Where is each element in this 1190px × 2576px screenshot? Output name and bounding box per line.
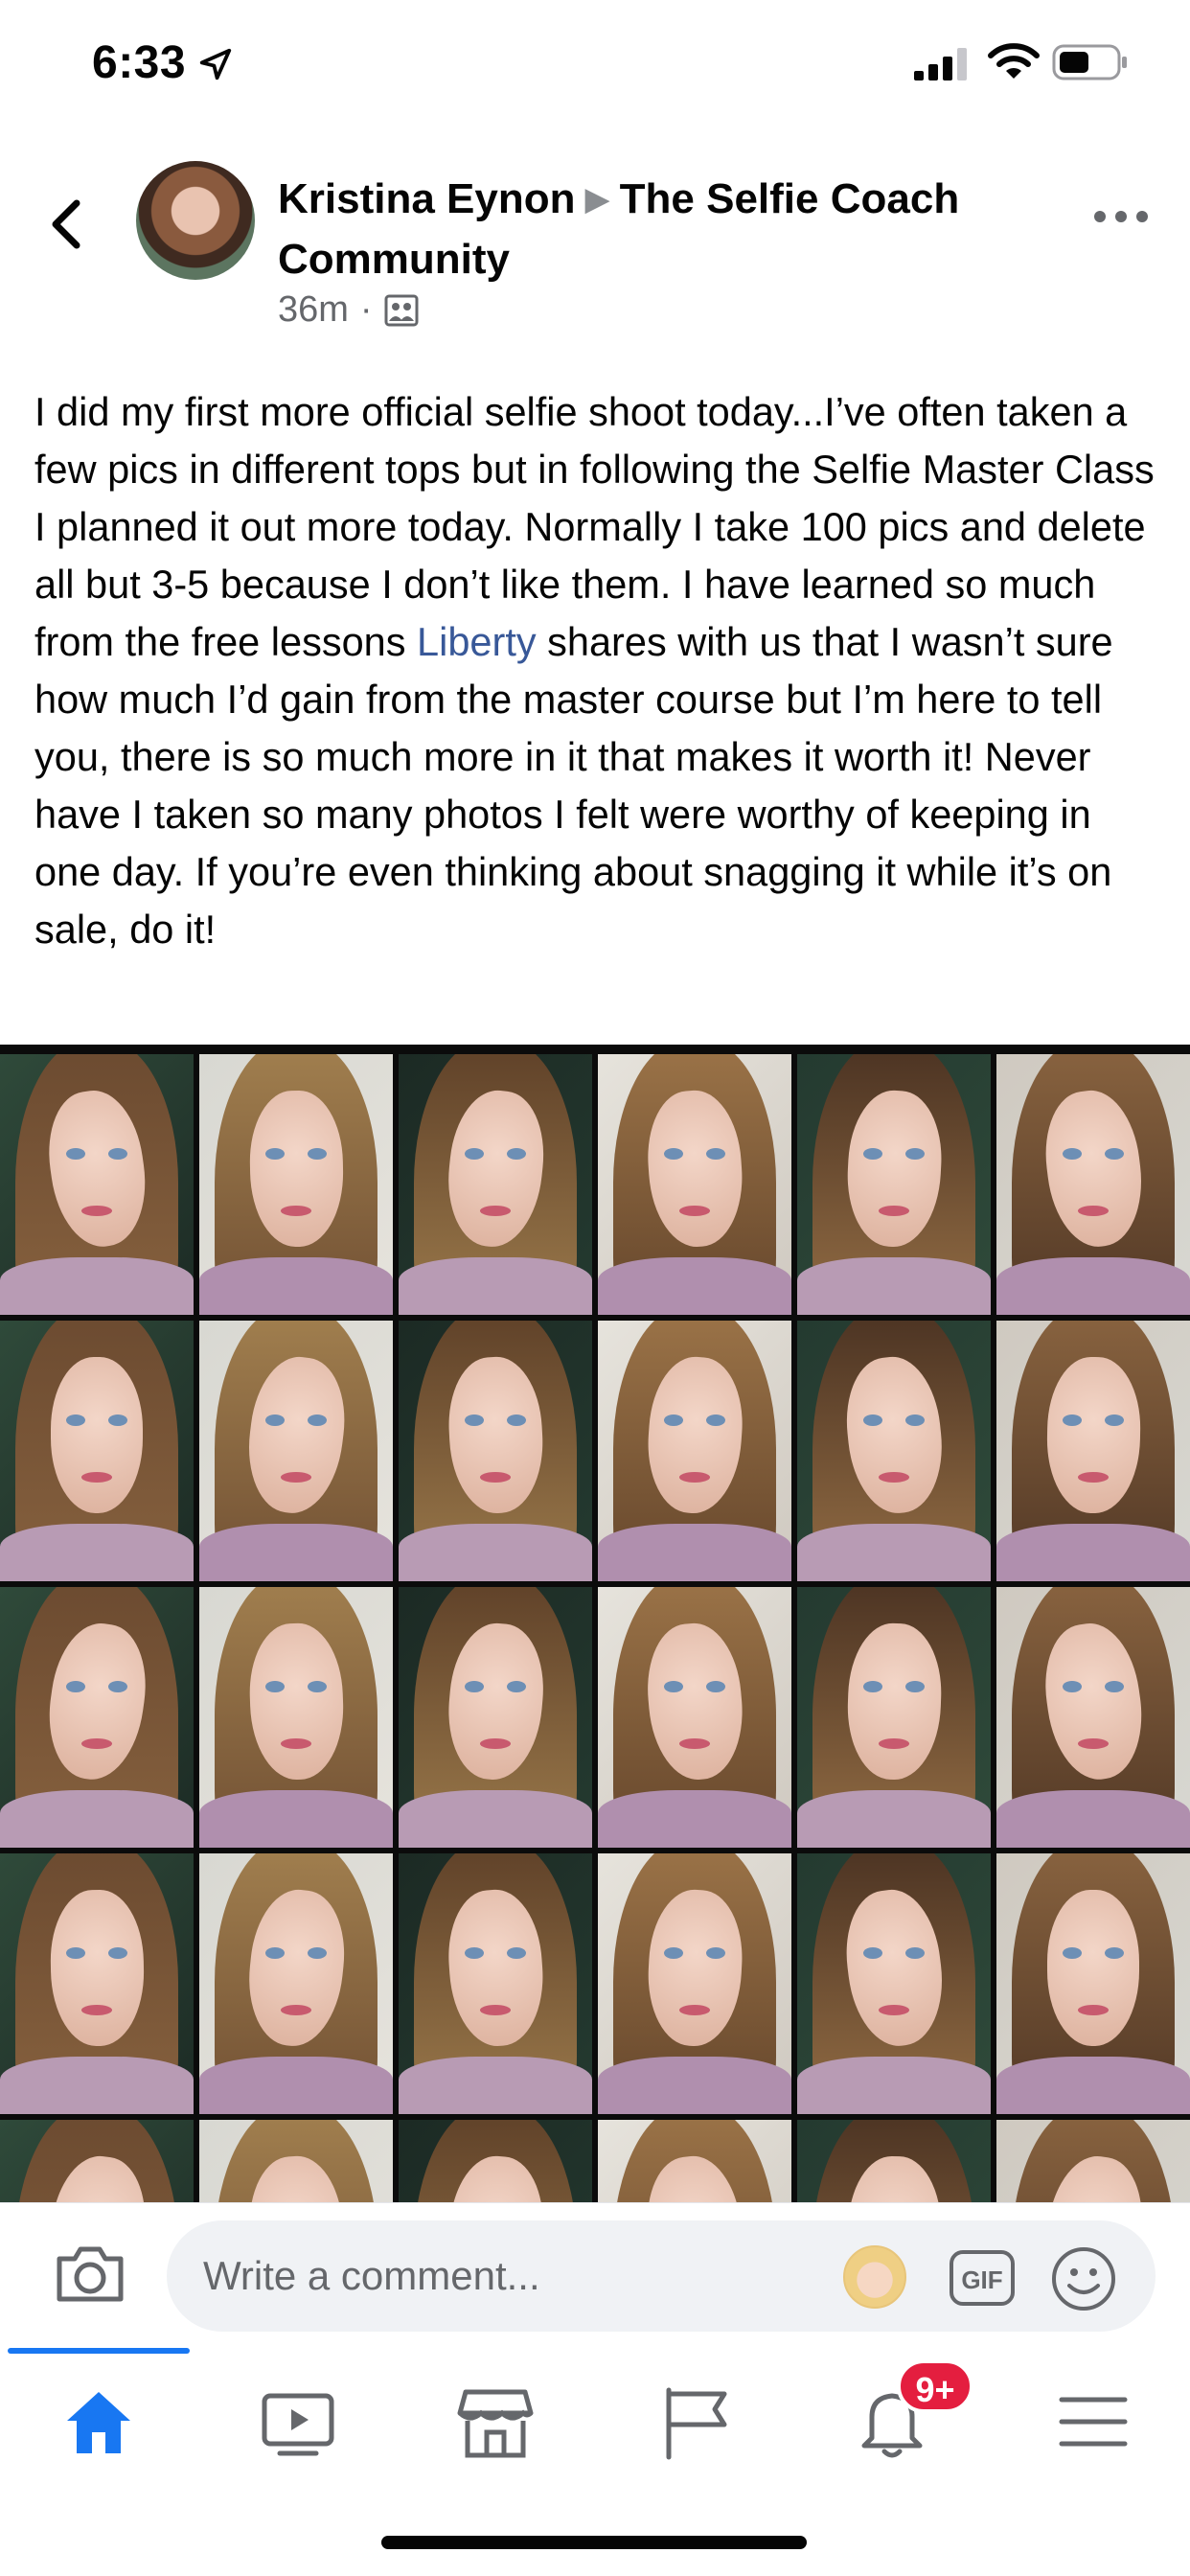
collage-photo[interactable] xyxy=(598,1054,791,1315)
watch-video-icon xyxy=(262,2393,334,2456)
post-author-line: Kristina Eynon ▶ The Selfie Coach Communit… xyxy=(278,171,1044,288)
svg-text:GIF: GIF xyxy=(961,2266,1002,2294)
collage-photo[interactable] xyxy=(996,1054,1190,1315)
collage-photo[interactable] xyxy=(0,2120,194,2202)
menu-hamburger-icon xyxy=(1059,2397,1128,2447)
collage-photo[interactable] xyxy=(0,1853,194,2114)
mention-link[interactable]: Liberty xyxy=(417,619,537,664)
collage-photo[interactable] xyxy=(399,1054,592,1315)
collage-photo[interactable] xyxy=(199,1853,393,2114)
battery-icon xyxy=(1052,44,1127,80)
post-body-text-continued: shares with us that I wasn’t sure how mu… xyxy=(34,619,1113,952)
collage-photo[interactable] xyxy=(598,1321,791,1581)
collage-photo[interactable] xyxy=(199,2120,393,2202)
comment-placeholder: Write a comment... xyxy=(203,2253,540,2298)
collage-photo[interactable] xyxy=(996,1321,1190,1581)
collage-photo[interactable] xyxy=(797,1853,991,2114)
meta-separator: · xyxy=(359,289,373,330)
post-body: I did my first more official selfie shoo… xyxy=(34,383,1165,958)
collage-photo[interactable] xyxy=(996,1587,1190,1848)
collage-photo[interactable] xyxy=(797,1321,991,1581)
collage-photo[interactable] xyxy=(797,1054,991,1315)
post-meta: 36m · xyxy=(278,289,419,331)
bottom-tab-bar: 9+ xyxy=(0,2348,1190,2576)
collage-photo[interactable] xyxy=(996,2120,1190,2202)
collage-photo[interactable] xyxy=(0,1321,194,1581)
cellular-signal-icon xyxy=(914,48,967,80)
tab-menu[interactable] xyxy=(1050,2379,1136,2465)
author-name[interactable]: Kristina Eynon xyxy=(278,175,576,222)
author-avatar[interactable] xyxy=(136,161,255,280)
status-bar: 6:33 xyxy=(0,0,1190,125)
collage-photo[interactable] xyxy=(199,1587,393,1848)
comment-input[interactable]: Write a comment... GIF xyxy=(167,2220,1156,2332)
active-tab-indicator xyxy=(8,2348,190,2354)
tab-pages[interactable] xyxy=(655,2379,742,2465)
more-options-icon[interactable] xyxy=(1092,207,1150,226)
collage-photo[interactable] xyxy=(598,1587,791,1848)
collage-photo[interactable] xyxy=(996,1853,1190,2114)
avatar-sticker-icon[interactable] xyxy=(843,2245,906,2309)
photo-collage[interactable] xyxy=(0,1045,1190,2202)
collage-photo[interactable] xyxy=(399,1853,592,2114)
group-audience-icon xyxy=(384,294,419,326)
location-arrow-icon xyxy=(199,48,232,80)
gif-icon[interactable]: GIF xyxy=(949,2249,1016,2307)
post-header: Kristina Eynon ▶ The Selfie Coach Communit… xyxy=(0,153,1190,345)
tab-marketplace[interactable] xyxy=(452,2379,538,2465)
notifications-badge: 9+ xyxy=(897,2359,973,2413)
tab-home[interactable] xyxy=(56,2379,142,2465)
emoji-icon[interactable] xyxy=(1050,2245,1117,2312)
post-time[interactable]: 36m xyxy=(278,289,349,331)
collage-photo[interactable] xyxy=(199,1321,393,1581)
collage-photo[interactable] xyxy=(399,1321,592,1581)
collage-photo[interactable] xyxy=(0,1054,194,1315)
home-indicator[interactable] xyxy=(381,2536,807,2549)
collage-photo[interactable] xyxy=(199,1054,393,1315)
wifi-icon xyxy=(988,43,1040,79)
comment-bar: Write a comment... GIF xyxy=(0,2202,1190,2348)
camera-icon[interactable] xyxy=(54,2242,126,2305)
status-time: 6:33 xyxy=(92,37,187,88)
marketplace-icon xyxy=(457,2389,534,2458)
collage-photo[interactable] xyxy=(598,1853,791,2114)
home-icon xyxy=(67,2392,130,2453)
collage-photo[interactable] xyxy=(399,2120,592,2202)
collage-photo[interactable] xyxy=(797,1587,991,1848)
collage-photo[interactable] xyxy=(399,1587,592,1848)
arrow-right-icon: ▶ xyxy=(584,181,610,218)
back-arrow-icon[interactable] xyxy=(44,194,92,255)
collage-photo[interactable] xyxy=(598,2120,791,2202)
tab-watch[interactable] xyxy=(255,2379,341,2465)
collage-photo[interactable] xyxy=(797,2120,991,2202)
collage-photo[interactable] xyxy=(0,1587,194,1848)
pages-flag-icon xyxy=(666,2387,727,2460)
